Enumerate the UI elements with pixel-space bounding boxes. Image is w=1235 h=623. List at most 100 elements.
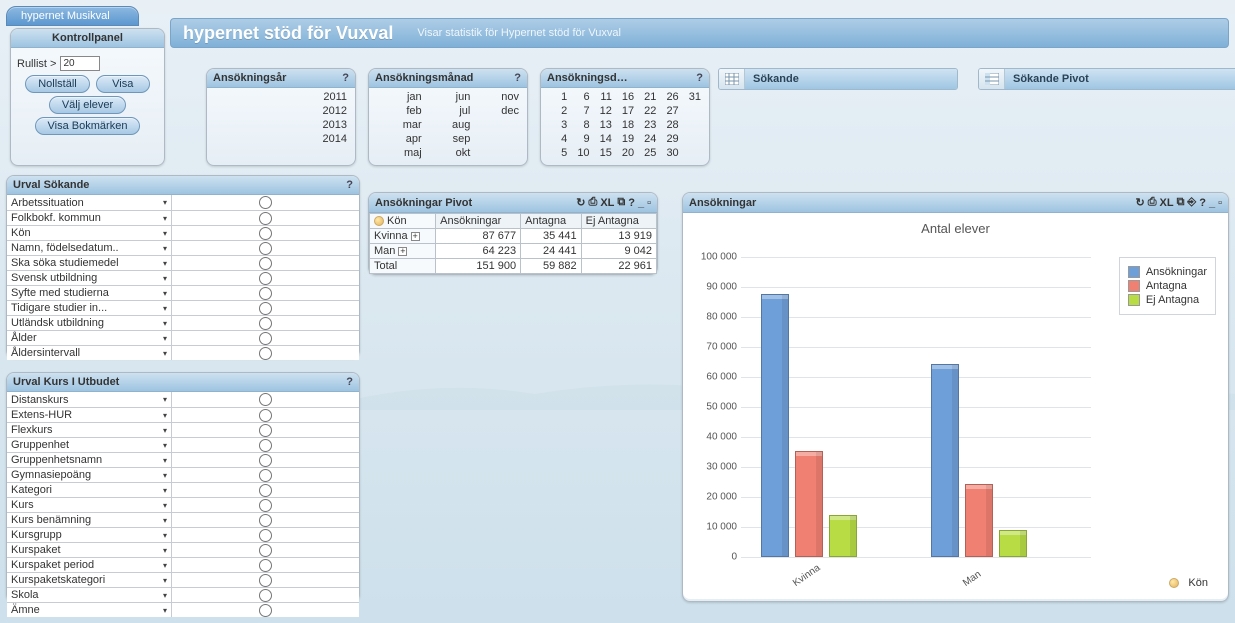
bar[interactable] [829, 515, 857, 557]
day-option[interactable]: 9 [581, 132, 591, 146]
day-option[interactable]: 7 [581, 104, 591, 118]
month-option[interactable]: nov [499, 90, 521, 104]
urval-dropdown[interactable]: Ska söka studiemedel▾ [7, 256, 172, 270]
day-option[interactable]: 20 [620, 146, 636, 160]
urval-radio[interactable] [259, 469, 272, 482]
urval-radio[interactable] [259, 424, 272, 437]
month-option[interactable]: apr [404, 132, 424, 146]
excel-icon[interactable]: XL [600, 197, 614, 209]
sokande-button[interactable]: Sökande [718, 68, 958, 90]
print-icon[interactable]: ⎙ [589, 196, 598, 209]
pivot-row[interactable]: Man+ 64 22324 4419 042 [370, 244, 657, 259]
close-icon[interactable]: ▫ [647, 197, 651, 209]
urval-dropdown[interactable]: Utländsk utbildning▾ [7, 316, 172, 330]
day-option[interactable]: 15 [598, 146, 614, 160]
day-option[interactable]: 29 [664, 132, 680, 146]
bar[interactable] [931, 364, 959, 557]
urval-radio[interactable] [259, 514, 272, 527]
copy-icon[interactable]: ⧉ [1177, 196, 1185, 209]
day-option[interactable]: 2 [559, 104, 569, 118]
bar[interactable] [795, 451, 823, 557]
urval-radio[interactable] [259, 604, 272, 617]
urval-radio[interactable] [259, 544, 272, 557]
expand-icon[interactable]: + [398, 247, 407, 256]
excel-icon[interactable]: XL [1160, 197, 1174, 209]
help-icon[interactable]: ? [346, 376, 353, 388]
month-option[interactable]: maj [402, 146, 424, 160]
day-option[interactable]: 16 [620, 90, 636, 104]
urval-dropdown[interactable]: Kurspaket▾ [7, 543, 172, 557]
month-option[interactable]: jul [457, 104, 472, 118]
day-option[interactable]: 11 [598, 90, 613, 104]
day-option[interactable]: 6 [581, 90, 591, 104]
urval-dropdown[interactable]: Distanskurs▾ [7, 392, 172, 407]
bar[interactable] [965, 484, 993, 557]
link-icon[interactable]: ⎆ [1187, 196, 1196, 209]
help-icon[interactable]: ? [346, 179, 353, 191]
nollstall-button[interactable]: Nollställ [25, 75, 90, 93]
pivot-col-header[interactable]: Antagna [521, 214, 582, 229]
urval-radio[interactable] [259, 332, 272, 345]
day-option[interactable]: 4 [559, 132, 569, 146]
pivot-col-header[interactable]: Ej Antagna [581, 214, 656, 229]
urval-dropdown[interactable]: Folkbokf. kommun▾ [7, 211, 172, 225]
day-option[interactable]: 18 [620, 118, 636, 132]
urval-dropdown[interactable]: Kön▾ [7, 226, 172, 240]
urval-radio[interactable] [259, 317, 272, 330]
urval-radio[interactable] [259, 257, 272, 270]
day-option[interactable]: 30 [664, 146, 680, 160]
valj-elever-button[interactable]: Välj elever [49, 96, 126, 114]
rullist-input[interactable] [60, 56, 100, 71]
urval-dropdown[interactable]: Kategori▾ [7, 483, 172, 497]
visa-button[interactable]: Visa [96, 75, 150, 93]
day-option[interactable]: 10 [575, 146, 591, 160]
urval-radio[interactable] [259, 484, 272, 497]
month-option[interactable]: dec [499, 104, 521, 118]
bar[interactable] [999, 530, 1027, 557]
day-option[interactable]: 1 [559, 90, 569, 104]
print-icon[interactable]: ⎙ [1148, 196, 1157, 209]
cycle-icon[interactable]: ↻ [1135, 196, 1144, 209]
bar[interactable] [761, 294, 789, 557]
help-icon[interactable]: ? [628, 197, 635, 209]
day-option[interactable]: 8 [581, 118, 591, 132]
urval-dropdown[interactable]: Gruppenhet▾ [7, 438, 172, 452]
visa-bokmarken-button[interactable]: Visa Bokmärken [35, 117, 141, 135]
urval-radio[interactable] [259, 439, 272, 452]
urval-dropdown[interactable]: Gymnasiepoäng▾ [7, 468, 172, 482]
day-option[interactable]: 27 [664, 104, 680, 118]
minimize-icon[interactable]: _ [638, 197, 644, 209]
urval-dropdown[interactable]: Ålder▾ [7, 331, 172, 345]
urval-radio[interactable] [259, 272, 272, 285]
pivot-dim-header[interactable]: Kön [370, 214, 436, 229]
urval-dropdown[interactable]: Kurs benämning▾ [7, 513, 172, 527]
urval-dropdown[interactable]: Syfte med studierna▾ [7, 286, 172, 300]
pivot-row[interactable]: Kvinna+ 87 67735 44113 919 [370, 229, 657, 244]
day-option[interactable]: 25 [642, 146, 658, 160]
day-option[interactable]: 13 [598, 118, 614, 132]
day-option[interactable]: 19 [620, 132, 636, 146]
help-icon[interactable]: ? [1199, 197, 1206, 209]
day-option[interactable]: 14 [598, 132, 614, 146]
urval-radio[interactable] [259, 242, 272, 255]
day-option[interactable]: 31 [687, 90, 703, 104]
sokande-pivot-button[interactable]: Sökande Pivot [978, 68, 1235, 90]
urval-dropdown[interactable]: Svensk utbildning▾ [7, 271, 172, 285]
day-option[interactable]: 24 [642, 132, 658, 146]
urval-dropdown[interactable]: Gruppenhetsnamn▾ [7, 453, 172, 467]
cycle-icon[interactable]: ↻ [576, 196, 585, 209]
urval-radio[interactable] [259, 454, 272, 467]
day-option[interactable]: 23 [642, 118, 658, 132]
urval-dropdown[interactable]: Flexkurs▾ [7, 423, 172, 437]
urval-radio[interactable] [259, 499, 272, 512]
urval-dropdown[interactable]: Namn, födelsedatum..▾ [7, 241, 172, 255]
month-option[interactable]: okt [454, 146, 473, 160]
expand-icon[interactable]: + [411, 232, 420, 241]
urval-dropdown[interactable]: Kurs▾ [7, 498, 172, 512]
day-option[interactable]: 17 [620, 104, 636, 118]
urval-radio[interactable] [259, 302, 272, 315]
month-option[interactable]: mar [401, 118, 424, 132]
urval-dropdown[interactable]: Kursgrupp▾ [7, 528, 172, 542]
urval-radio[interactable] [259, 393, 272, 406]
urval-dropdown[interactable]: Extens-HUR▾ [7, 408, 172, 422]
